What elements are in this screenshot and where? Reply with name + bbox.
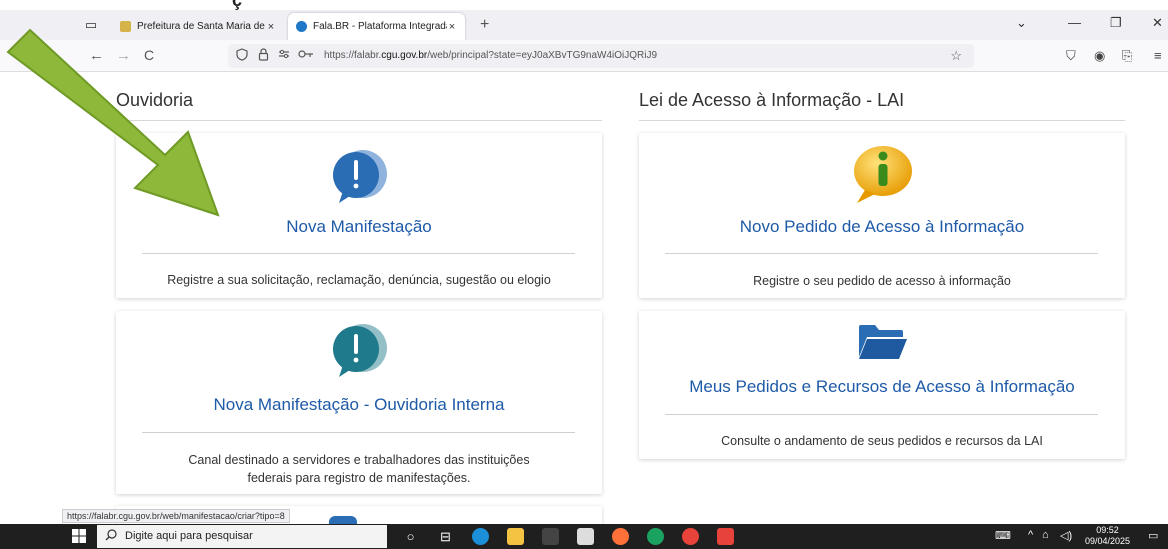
nova-manifestacao-description: Registre a sua solicitação, reclamação, … xyxy=(167,273,551,287)
close-window-icon[interactable]: ✕ xyxy=(1152,15,1163,31)
permissions-icon[interactable] xyxy=(278,48,290,63)
info-balloon-icon xyxy=(854,146,912,203)
tab-prefeitura[interactable]: Prefeitura de Santa Maria de Je × xyxy=(112,13,284,40)
app-icon[interactable] xyxy=(717,528,734,545)
search-icon xyxy=(105,529,117,544)
card-meus-pedidos[interactable]: Meus Pedidos e Recursos de Acesso à Info… xyxy=(639,311,1125,459)
menu-icon[interactable]: ≡ xyxy=(1154,48,1162,63)
nova-manifestacao-link[interactable]: Nova Manifestação xyxy=(116,217,602,237)
taskbar-clock[interactable]: 09:52 09/04/2025 xyxy=(1085,525,1130,547)
vivaldi-icon[interactable] xyxy=(682,528,699,545)
file-explorer-icon[interactable] xyxy=(507,528,524,545)
lai-divider xyxy=(639,120,1125,121)
notifications-icon[interactable]: ▭ xyxy=(1148,529,1158,542)
extensions-icon[interactable]: ⎘ xyxy=(1122,48,1132,64)
url-text[interactable]: https://falabr.cgu.gov.br/web/principal?… xyxy=(324,50,657,61)
clipped-heading-band: ç xyxy=(0,0,1168,10)
clock-time: 09:52 xyxy=(1096,525,1119,535)
cortana-icon[interactable]: ○ xyxy=(402,528,419,545)
forward-icon[interactable]: → xyxy=(116,47,131,64)
status-link-preview: https://falabr.cgu.gov.br/web/manifestac… xyxy=(62,509,290,523)
url-bar[interactable]: https://falabr.cgu.gov.br/web/principal?… xyxy=(228,44,974,68)
bookmark-star-icon[interactable]: ☆ xyxy=(950,48,962,64)
back-icon[interactable]: ← xyxy=(89,47,104,64)
browser-nav-bar: ← → C https://falabr.cgu.gov.br/web/prin… xyxy=(0,40,1168,72)
card-divider xyxy=(665,414,1098,415)
task-view-icon[interactable]: ⊟ xyxy=(437,528,454,545)
tab-fala-br[interactable]: Fala.BR - Plataforma Integrada d × xyxy=(288,13,465,40)
clock-date: 09/04/2025 xyxy=(1085,536,1131,546)
folder-open-icon xyxy=(859,325,907,359)
tracking-shield-icon[interactable] xyxy=(236,48,248,64)
tray-chevron-icon[interactable]: ^ xyxy=(1028,529,1033,541)
novo-pedido-description: Registre o seu pedido de acesso à inform… xyxy=(753,274,1011,288)
reload-icon[interactable]: C xyxy=(144,47,154,63)
clipped-heading-text: ç xyxy=(232,0,243,10)
minimize-icon[interactable]: — xyxy=(1068,15,1081,30)
screen: ç ▭ Prefeitura de Santa Maria de Je × Fa… xyxy=(0,0,1168,549)
meus-pedidos-description: Consulte o andamento de seus pedidos e r… xyxy=(721,434,1043,448)
card-nova-manifestacao[interactable]: Nova Manifestação Registre a sua solicit… xyxy=(116,133,602,298)
network-icon[interactable]: ⌂ xyxy=(1042,529,1049,541)
windows-taskbar: Digite aqui para pesquisar ○ ⊟ ⌨ ^ ⌂ ◁) … xyxy=(0,524,1168,549)
search-placeholder: Digite aqui para pesquisar xyxy=(125,530,253,542)
ouvidoria-divider xyxy=(116,120,602,121)
restore-icon[interactable]: ❐ xyxy=(1110,15,1122,31)
card-divider xyxy=(142,432,575,433)
tab-close-icon[interactable]: × xyxy=(266,21,276,33)
tab-list-icon[interactable]: ▭ xyxy=(82,16,100,34)
edge-icon[interactable] xyxy=(472,528,489,545)
card-novo-pedido[interactable]: Novo Pedido de Acesso à Informação Regis… xyxy=(639,133,1125,298)
ouvidoria-interna-description-line2: federais para registro de manifestações. xyxy=(247,471,471,485)
account-icon[interactable]: ◉ xyxy=(1094,48,1105,64)
fala-br-favicon-icon xyxy=(296,21,307,32)
tab-dropdown-icon[interactable]: ⌄ xyxy=(1016,15,1027,31)
ouvidoria-interna-link[interactable]: Nova Manifestação - Ouvidoria Interna xyxy=(116,395,602,415)
prefeitura-favicon-icon xyxy=(120,21,131,32)
lock-icon[interactable] xyxy=(258,48,269,64)
key-icon[interactable] xyxy=(298,48,314,62)
meus-pedidos-link[interactable]: Meus Pedidos e Recursos de Acesso à Info… xyxy=(639,377,1125,397)
tab-close-icon[interactable]: × xyxy=(447,21,457,33)
tab-label: Fala.BR - Plataforma Integrada d xyxy=(313,21,447,32)
volume-icon[interactable]: ◁) xyxy=(1060,529,1072,542)
new-tab-button[interactable]: + xyxy=(480,16,489,34)
partial-card-icon xyxy=(329,516,357,524)
lai-heading: Lei de Acesso à Informação - LAI xyxy=(639,90,905,110)
speech-exclamation-icon xyxy=(333,324,387,377)
taskbar-search-input[interactable]: Digite aqui para pesquisar xyxy=(97,525,387,548)
ouvidoria-interna-description-line1: Canal destinado a servidores e trabalhad… xyxy=(188,453,530,467)
speech-exclamation-icon xyxy=(333,150,387,203)
mail-icon[interactable] xyxy=(577,528,594,545)
store-icon[interactable] xyxy=(542,528,559,545)
chrome-icon[interactable] xyxy=(647,528,664,545)
windows-start-icon[interactable] xyxy=(72,529,86,546)
browser-tab-bar: ▭ Prefeitura de Santa Maria de Je × Fala… xyxy=(0,10,1168,40)
card-divider xyxy=(665,253,1098,254)
firefox-icon[interactable] xyxy=(612,528,629,545)
novo-pedido-link[interactable]: Novo Pedido de Acesso à Informação xyxy=(639,217,1125,237)
tab-label: Prefeitura de Santa Maria de Je xyxy=(137,21,266,32)
ouvidoria-heading: Ouvidoria xyxy=(116,90,194,110)
card-divider xyxy=(142,253,575,254)
keyboard-icon[interactable]: ⌨ xyxy=(995,529,1011,542)
card-ouvidoria-interna[interactable]: Nova Manifestação - Ouvidoria Interna Ca… xyxy=(116,311,602,494)
pocket-icon[interactable]: ⛉ xyxy=(1066,48,1076,64)
